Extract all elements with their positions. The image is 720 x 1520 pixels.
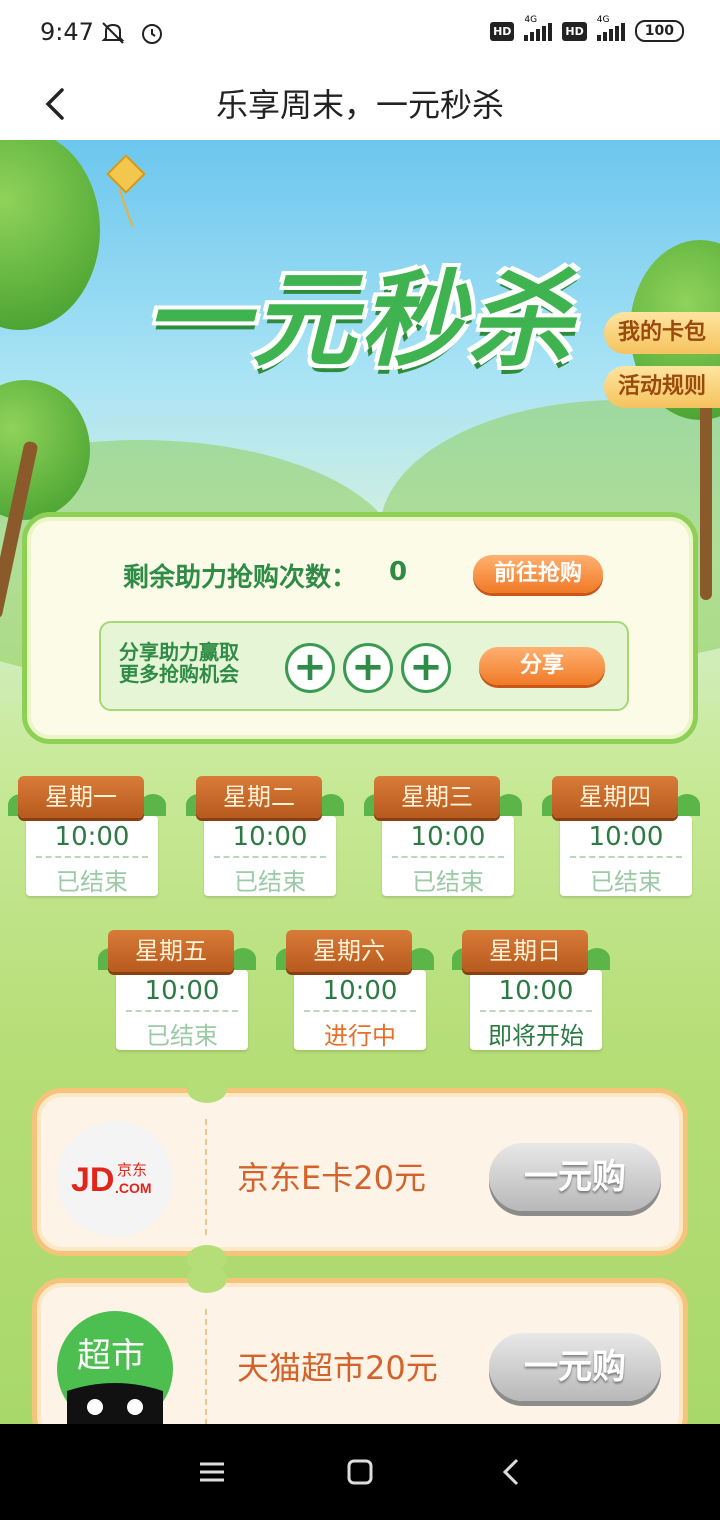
svg-text:京东: 京东 bbox=[117, 1161, 147, 1179]
day-label: 星期日 bbox=[462, 930, 588, 972]
product-ticket-tmall: 超市 天猫超市20元 一元购 bbox=[32, 1265, 688, 1424]
jd-logo-icon: JD 京东 .COM bbox=[57, 1121, 173, 1237]
hd-badge-2: HD bbox=[562, 21, 587, 41]
signal-icon: 4G bbox=[524, 15, 553, 41]
day-time: 10:00 bbox=[480, 976, 592, 1012]
day-card-body: 10:00 已结束 bbox=[26, 816, 158, 896]
home-icon[interactable] bbox=[340, 1452, 380, 1492]
system-nav-bar bbox=[0, 1424, 720, 1520]
rules-button[interactable]: 活动规则 bbox=[604, 366, 720, 408]
one-yuan-buy-button[interactable]: 一元购 bbox=[489, 1143, 661, 1211]
ticket-divider bbox=[205, 1309, 207, 1424]
day-time: 10:00 bbox=[36, 822, 148, 858]
hd-badge: HD bbox=[490, 21, 515, 41]
day-status: 已结束 bbox=[146, 1022, 218, 1050]
share-button[interactable]: 分享 bbox=[479, 647, 605, 685]
svg-text:JD: JD bbox=[71, 1161, 114, 1199]
day-card-body: 10:00 即将开始 bbox=[470, 970, 602, 1050]
mute-icon bbox=[101, 22, 125, 44]
day-label: 星期四 bbox=[552, 776, 678, 818]
day-card-thu[interactable]: 10:00 已结束 星期四 bbox=[542, 776, 700, 896]
day-status: 已结束 bbox=[234, 868, 306, 896]
remain-count: 0 bbox=[389, 557, 408, 587]
day-card-tue[interactable]: 10:00 已结束 星期二 bbox=[186, 776, 344, 896]
day-card-body: 10:00 已结束 bbox=[382, 816, 514, 896]
day-card-body: 10:00 已结束 bbox=[204, 816, 336, 896]
jd-logo-svg: JD 京东 .COM bbox=[71, 1161, 152, 1199]
day-time: 10:00 bbox=[126, 976, 238, 1012]
day-time: 10:00 bbox=[214, 822, 326, 858]
kite-icon bbox=[106, 154, 146, 194]
day-status: 已结束 bbox=[56, 868, 128, 896]
day-card-fri[interactable]: 10:00 已结束 星期五 bbox=[98, 930, 256, 1050]
day-card-sun[interactable]: 10:00 即将开始 星期日 bbox=[452, 930, 610, 1050]
day-label: 星期一 bbox=[18, 776, 144, 818]
day-time: 10:00 bbox=[304, 976, 416, 1012]
status-bar: 9:47 HD 4G HD 4G 100 bbox=[0, 0, 720, 70]
alarm-icon bbox=[142, 24, 162, 44]
hero-title: 一元秒杀 bbox=[143, 259, 576, 381]
svg-text:.COM: .COM bbox=[115, 1180, 152, 1196]
share-text-line1: 分享助力赢取 bbox=[119, 640, 239, 664]
page-title: 乐享周末，一元秒杀 bbox=[215, 86, 504, 124]
day-card-sat[interactable]: 10:00 进行中 星期六 bbox=[276, 930, 434, 1050]
day-status: 进行中 bbox=[324, 1022, 396, 1050]
go-buy-button[interactable]: 前往抢购 bbox=[473, 555, 603, 593]
day-card-body: 10:00 已结束 bbox=[560, 816, 692, 896]
day-time: 10:00 bbox=[392, 822, 504, 858]
ticket-notch bbox=[187, 1265, 227, 1293]
battery-icon: 100 bbox=[634, 20, 684, 42]
plus-slot-2[interactable]: + bbox=[343, 643, 393, 693]
day-card-wed[interactable]: 10:00 已结束 星期三 bbox=[364, 776, 522, 896]
my-wallet-button[interactable]: 我的卡包 bbox=[604, 312, 720, 354]
status-time: 9:47 bbox=[40, 18, 94, 46]
mute-alarm-icons bbox=[100, 20, 165, 52]
share-text: 分享助力赢取 更多抢购机会 bbox=[119, 641, 269, 685]
main-scene: 一元秒杀 我的卡包 活动规则 剩余助力抢购次数： 0 前往抢购 分享助力赢取 更… bbox=[0, 140, 720, 1424]
tree-trunk bbox=[700, 400, 712, 600]
day-label: 星期三 bbox=[374, 776, 500, 818]
share-box: 分享助力赢取 更多抢购机会 + + + 分享 bbox=[99, 621, 629, 711]
assist-panel: 剩余助力抢购次数： 0 前往抢购 分享助力赢取 更多抢购机会 + + + 分享 bbox=[22, 512, 698, 744]
remain-label: 剩余助力抢购次数： bbox=[123, 563, 358, 593]
signal-icon-2: 4G bbox=[596, 15, 625, 41]
tmall-logo-svg: 超市 bbox=[67, 1336, 163, 1424]
tmall-supermarket-logo-icon: 超市 bbox=[57, 1311, 173, 1424]
kite-tail bbox=[118, 188, 134, 228]
nav-bar: 乐享周末，一元秒杀 bbox=[0, 70, 720, 140]
day-card-mon[interactable]: 10:00 已结束 星期一 bbox=[8, 776, 166, 896]
product-name: 京东E卡20元 bbox=[237, 1159, 426, 1197]
day-card-body: 10:00 进行中 bbox=[294, 970, 426, 1050]
day-label: 星期二 bbox=[196, 776, 322, 818]
product-ticket-jd: JD 京东 .COM 京东E卡20元 一元购 bbox=[32, 1075, 688, 1273]
status-right: HD 4G HD 4G 100 bbox=[490, 15, 684, 42]
day-label: 星期五 bbox=[108, 930, 234, 972]
day-status: 已结束 bbox=[412, 868, 484, 896]
day-status: 已结束 bbox=[590, 868, 662, 896]
menu-icon[interactable] bbox=[192, 1452, 232, 1492]
back-icon[interactable] bbox=[492, 1452, 532, 1492]
one-yuan-buy-button[interactable]: 一元购 bbox=[489, 1333, 661, 1401]
day-card-body: 10:00 已结束 bbox=[116, 970, 248, 1050]
svg-text:超市: 超市 bbox=[77, 1336, 145, 1376]
plus-slot-1[interactable]: + bbox=[285, 643, 335, 693]
plus-slot-3[interactable]: + bbox=[401, 643, 451, 693]
day-time: 10:00 bbox=[570, 822, 682, 858]
ticket-notch bbox=[187, 1075, 227, 1103]
product-name: 天猫超市20元 bbox=[237, 1349, 438, 1387]
ticket-divider bbox=[205, 1119, 207, 1235]
day-status: 即将开始 bbox=[488, 1022, 584, 1050]
share-text-line2: 更多抢购机会 bbox=[119, 662, 239, 686]
day-label: 星期六 bbox=[286, 930, 412, 972]
